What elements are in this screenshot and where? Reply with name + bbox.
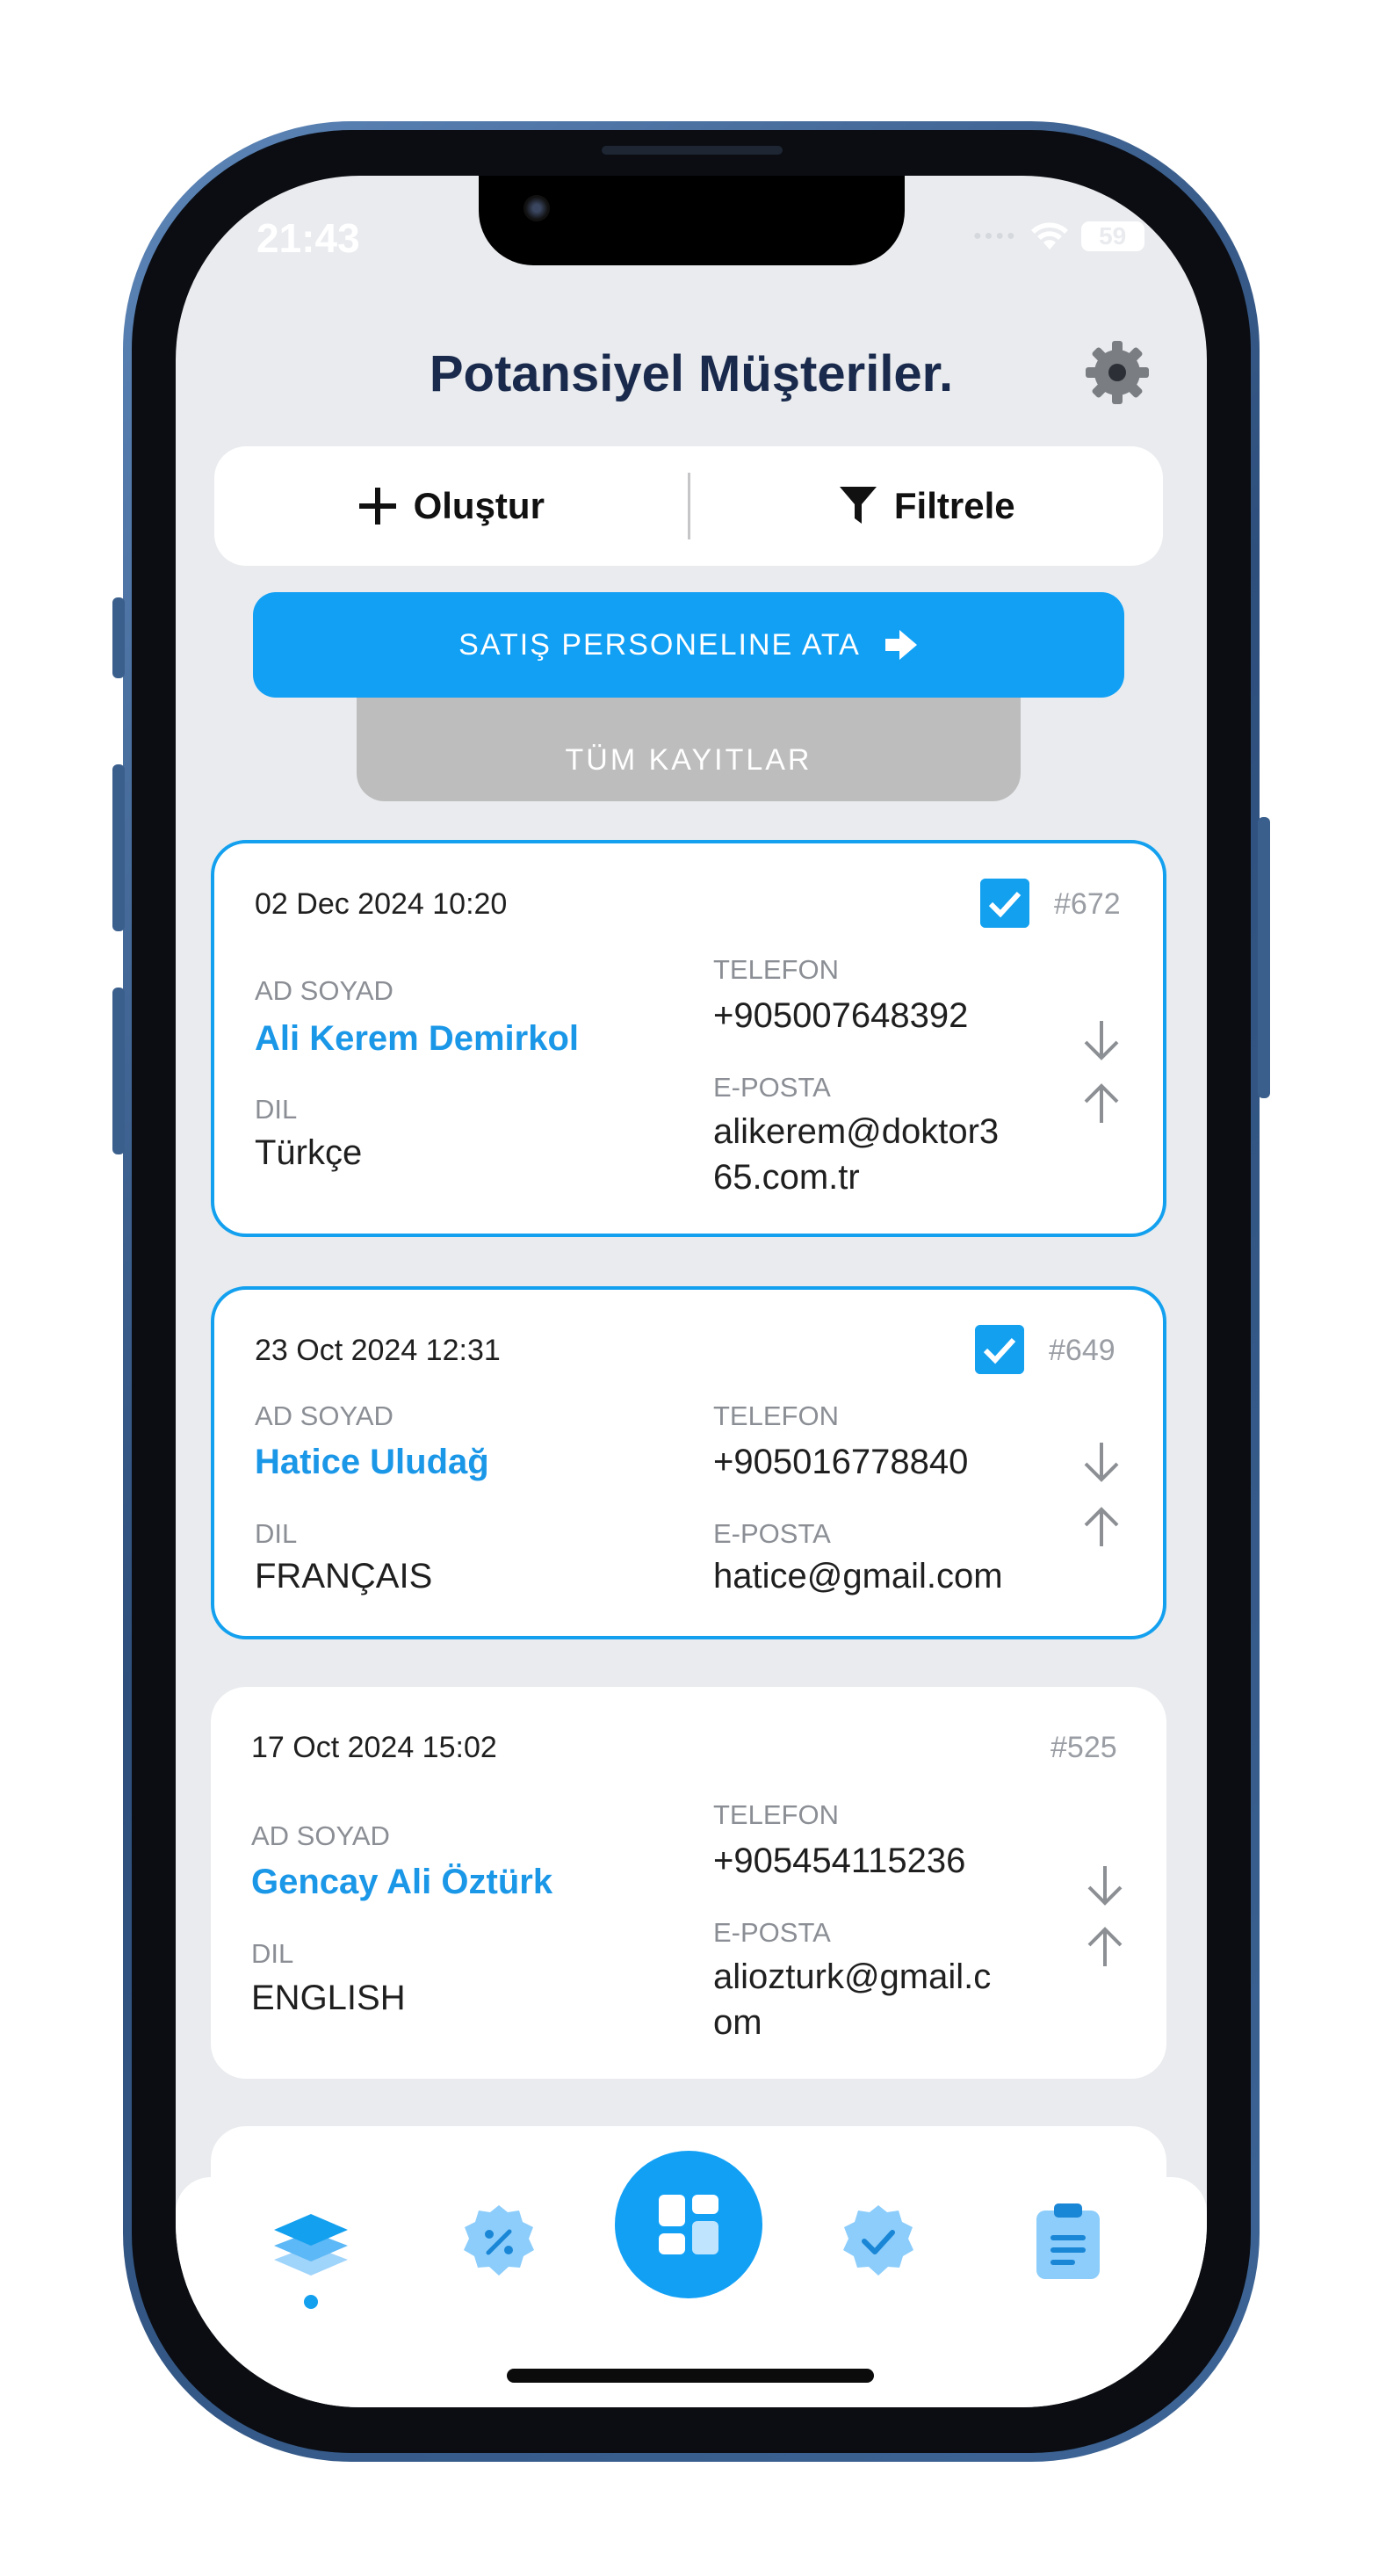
lead-language: Türkçe [255,1133,363,1172]
volume-up-button [112,764,125,931]
home-indicator[interactable] [507,2369,874,2383]
arrow-down-icon[interactable] [1077,1016,1126,1065]
lead-date: 02 Dec 2024 10:20 [255,887,508,921]
battery-icon: 59 [1080,221,1144,251]
arrow-down-icon[interactable] [1080,1861,1130,1910]
front-camera [523,195,550,221]
arrow-up-icon[interactable] [1077,1079,1126,1128]
label-phone: TELEFON [713,1400,839,1431]
filter-icon [839,487,877,524]
lead-email-line2[interactable]: 65.com.tr [713,1158,860,1198]
all-records-button[interactable]: TÜM KAYITLAR [357,698,1021,801]
label-name: AD SOYAD [251,1820,390,1851]
label-language: DIL [251,1938,294,1969]
lead-phone[interactable]: +905454115236 [713,1842,965,1881]
cellular-signal-icon: ●●●● [973,228,1018,243]
label-email: E-POSTA [713,1072,831,1103]
gear-icon[interactable] [1084,339,1151,406]
power-button [1258,817,1270,1098]
lead-id: #672 [1054,887,1121,921]
label-phone: TELEFON [713,1799,839,1830]
assign-sales-staff-button[interactable]: SATIŞ PERSONELINE ATA [253,592,1124,698]
assign-label: SATIŞ PERSONELINE ATA [458,627,861,662]
label-name: AD SOYAD [255,1400,393,1431]
lead-email-line1[interactable]: hatice@gmail.com [713,1557,1003,1596]
lead-date: 23 Oct 2024 12:31 [255,1334,501,1367]
lead-date: 17 Oct 2024 15:02 [251,1731,497,1764]
dashboard-icon [659,2195,718,2254]
create-button[interactable]: Oluştur [214,485,688,527]
lead-email-line1[interactable]: alikerem@doktor3 [713,1112,999,1152]
arrow-right-icon [884,630,917,660]
label-language: DIL [255,1094,298,1125]
label-language: DIL [255,1518,298,1549]
label-email: E-POSTA [713,1518,831,1549]
status-indicators: ●●●● 59 [973,221,1144,251]
filter-label: Filtrele [893,485,1015,526]
volume-down-button [112,988,125,1154]
clipboard-icon[interactable] [1033,2200,1103,2281]
lead-name[interactable]: Ali Kerem Demirkol [255,1019,579,1059]
arrow-up-icon[interactable] [1077,1502,1126,1552]
earpiece [602,146,783,155]
lead-id: #649 [1049,1334,1115,1367]
arrow-up-icon[interactable] [1080,1922,1130,1972]
active-nav-dot [304,2295,318,2309]
arrow-down-icon[interactable] [1077,1437,1126,1487]
action-bar: Oluştur Filtrele [214,446,1163,566]
lead-language: ENGLISH [251,1979,406,2017]
lead-language: FRANÇAIS [255,1557,433,1596]
status-time: 21:43 [256,215,360,261]
lead-name[interactable]: Gencay Ali Öztürk [251,1863,552,1902]
label-phone: TELEFON [713,954,839,985]
checkbox-checked-icon[interactable] [975,1325,1024,1374]
all-records-label: TÜM KAYITLAR [565,742,812,777]
silent-switch [112,597,125,678]
lead-email-line2[interactable]: om [713,2003,762,2043]
filter-button[interactable]: Filtrele [690,485,1164,527]
discount-badge-icon[interactable] [458,2202,539,2283]
layers-icon[interactable] [271,2211,351,2281]
lead-phone[interactable]: +905016778840 [713,1443,968,1482]
verified-badge-icon[interactable] [838,2202,919,2283]
wifi-icon [1030,222,1068,250]
plus-icon [358,488,396,525]
create-label: Oluştur [413,485,545,526]
lead-name[interactable]: Hatice Uludağ [255,1443,489,1482]
label-name: AD SOYAD [255,975,393,1006]
lead-phone[interactable]: +905007648392 [713,996,968,1036]
lead-email-line1[interactable]: aliozturk@gmail.c [713,1957,991,1997]
checkbox-checked-icon[interactable] [980,879,1029,928]
label-email: E-POSTA [713,1917,831,1948]
notch [479,176,905,265]
lead-id: #525 [1050,1731,1117,1764]
page-title: Potansiyel Müşteriler. [429,345,954,402]
